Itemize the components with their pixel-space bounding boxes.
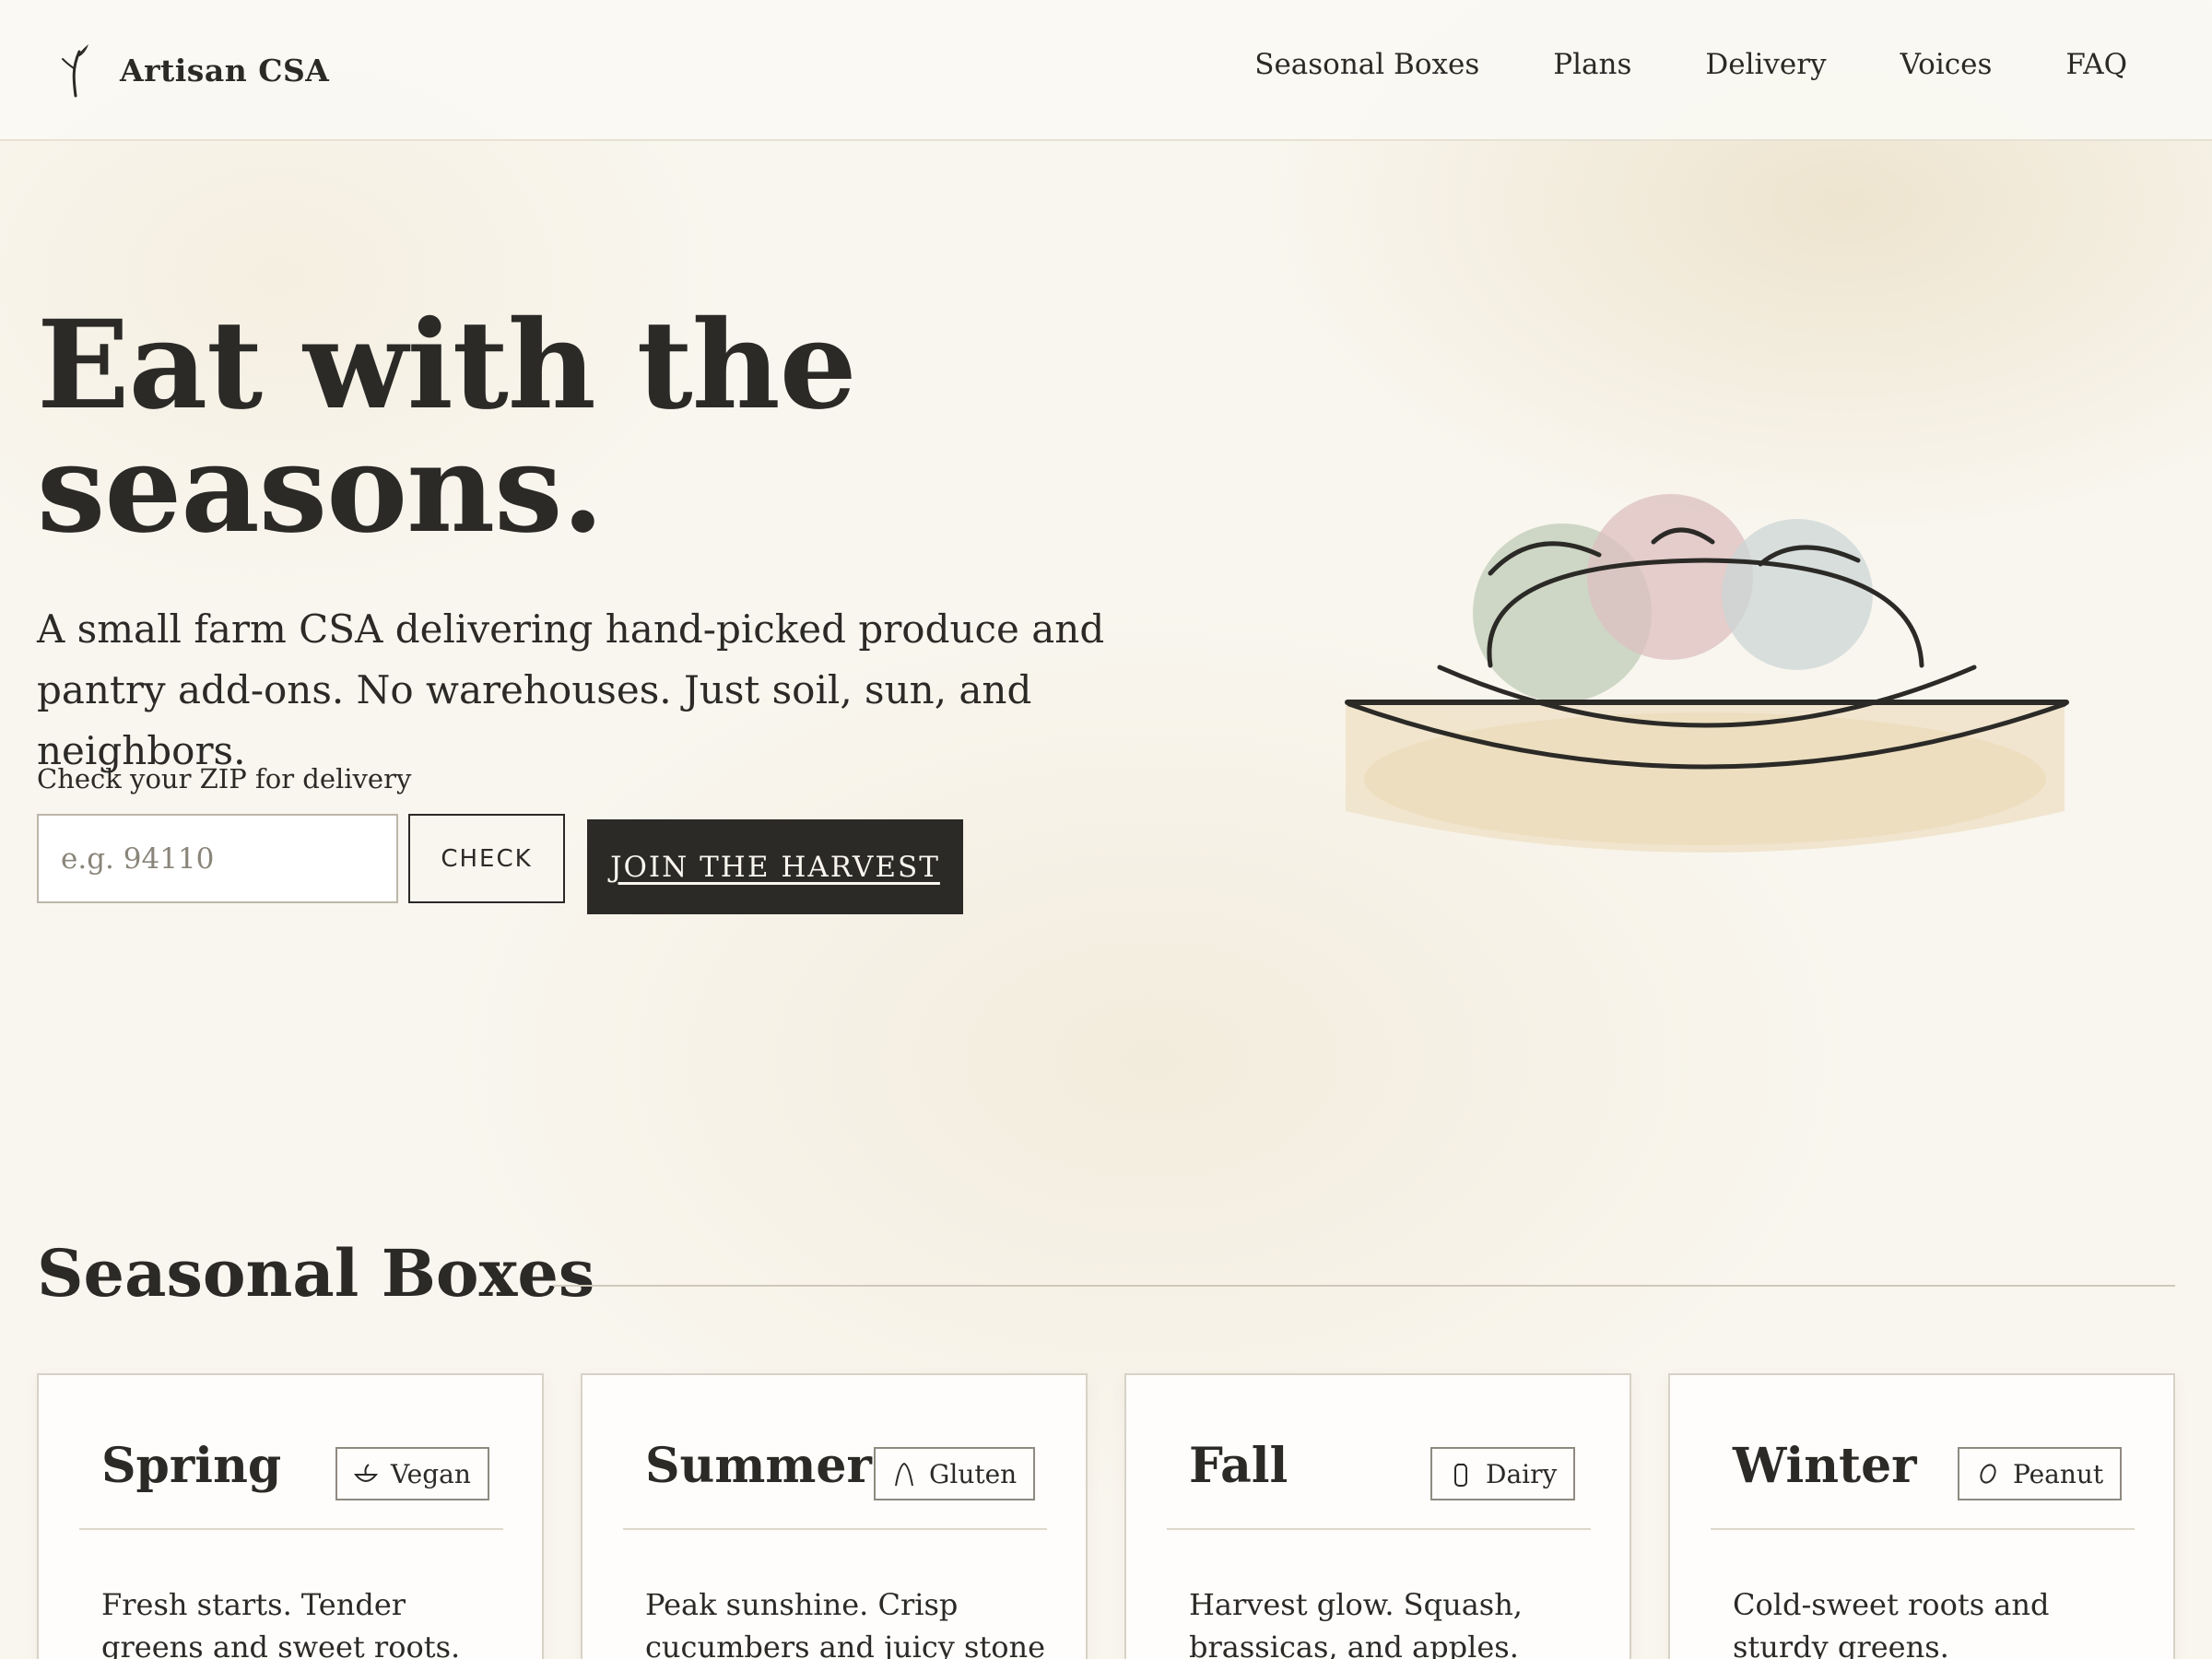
card-divider xyxy=(1167,1528,1591,1530)
hero-title: Eat with the seasons. xyxy=(37,304,959,551)
wheat-icon xyxy=(895,1462,913,1487)
card-title: Spring xyxy=(101,1438,282,1494)
nav-voices[interactable]: Voices xyxy=(1900,48,1993,81)
hero-title-line-1: Eat with the xyxy=(37,294,857,437)
card-description: Fresh starts. Tender greens and sweet ro… xyxy=(101,1587,461,1659)
dietary-tag: Vegan xyxy=(335,1447,489,1500)
seasonal-boxes-heading: Seasonal Boxes xyxy=(37,1235,595,1312)
brand-name: Artisan CSA xyxy=(120,52,330,88)
nav-seasonal-boxes[interactable]: Seasonal Boxes xyxy=(1254,48,1479,81)
zip-label: Check your ZIP for delivery xyxy=(37,763,412,794)
tag-label: Vegan xyxy=(391,1458,471,1489)
season-card-summer[interactable]: Summer Gluten Peak sunshine. Crisp cucum… xyxy=(581,1373,1088,1659)
tag-label: Gluten xyxy=(929,1458,1018,1489)
card-description: Harvest glow. Squash, brassicas, and app… xyxy=(1189,1587,1523,1659)
peanut-icon xyxy=(1980,1464,1996,1484)
dietary-tag: Gluten xyxy=(874,1447,1036,1500)
leaf-icon xyxy=(353,1464,379,1482)
card-divider xyxy=(79,1528,503,1530)
season-card-winter[interactable]: Winter Peanut Cold-sweet roots and sturd… xyxy=(1668,1373,2175,1659)
card-divider xyxy=(623,1528,1047,1530)
dietary-tag: Dairy xyxy=(1430,1447,1576,1500)
nav-delivery[interactable]: Delivery xyxy=(1705,48,1826,81)
section-divider xyxy=(553,1285,2175,1287)
card-title: Winter xyxy=(1733,1438,1917,1494)
tag-label: Peanut xyxy=(2013,1458,2104,1489)
check-button[interactable]: CHECK xyxy=(408,814,565,903)
season-card-fall[interactable]: Fall Dairy Harvest glow. Squash, brassic… xyxy=(1124,1373,1631,1659)
card-description: Peak sunshine. Crisp cucumbers and juicy… xyxy=(645,1587,1046,1659)
hero-subtitle: A small farm CSA delivering hand-picked … xyxy=(37,606,1105,773)
zip-input[interactable] xyxy=(37,814,398,903)
sprout-icon xyxy=(62,44,88,98)
dietary-tag: Peanut xyxy=(1958,1447,2123,1500)
site-header: Artisan CSA Seasonal Boxes Plans Deliver… xyxy=(0,0,2212,141)
milk-bottle-icon xyxy=(1454,1464,1467,1487)
main-nav: Seasonal Boxes Plans Delivery Voices FAQ xyxy=(1181,48,2127,81)
nav-faq[interactable]: FAQ xyxy=(2065,48,2127,81)
season-card-spring[interactable]: Spring Vegan Fresh starts. Tender greens… xyxy=(37,1373,544,1659)
produce-basket-illustration xyxy=(1345,494,2069,853)
card-description: Cold-sweet roots and sturdy greens. xyxy=(1733,1587,2050,1659)
join-harvest-button[interactable]: JOIN THE HARVEST xyxy=(587,819,963,914)
nav-plans[interactable]: Plans xyxy=(1553,48,1631,81)
brand[interactable]: Artisan CSA xyxy=(55,41,329,100)
card-divider xyxy=(1711,1528,2135,1530)
card-title: Fall xyxy=(1189,1438,1288,1494)
hero-title-line-2: seasons. xyxy=(37,418,604,560)
tag-label: Dairy xyxy=(1486,1458,1558,1489)
card-title: Summer xyxy=(645,1438,872,1494)
